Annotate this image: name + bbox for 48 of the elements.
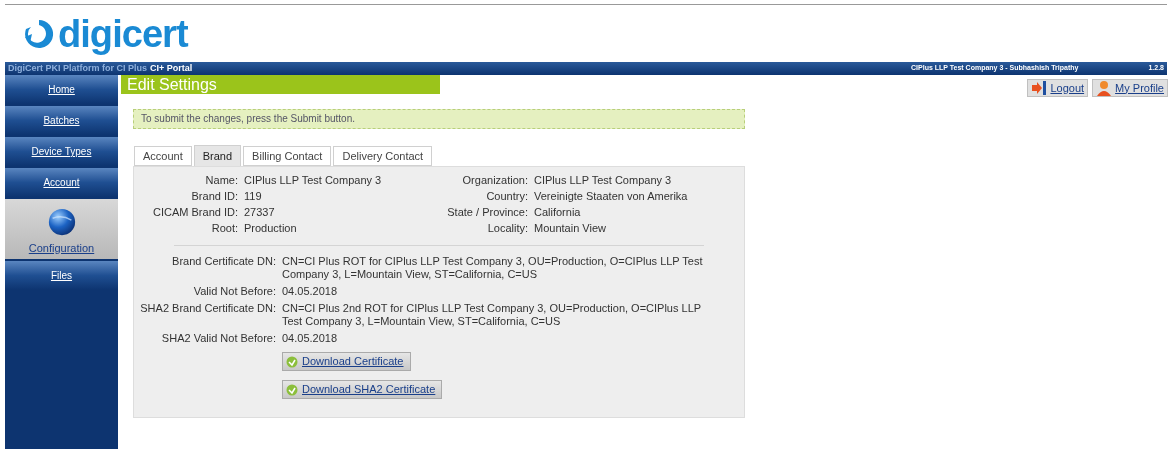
field-label: State / Province:	[446, 206, 529, 219]
field-label: Name:	[204, 174, 239, 187]
field-value: 04.05.2018	[282, 285, 339, 298]
field-label: CICAM Brand ID:	[152, 206, 239, 219]
field-label: Root:	[210, 222, 239, 235]
field-label: Locality:	[486, 222, 529, 235]
logo-text: digicert	[58, 14, 188, 53]
field-value: 27337	[244, 206, 275, 219]
download-icon	[286, 355, 298, 368]
field-value: California	[534, 206, 581, 219]
exit-icon	[1031, 80, 1048, 96]
field-value: CN=CI Plus 2nd ROT for CIPlus LLP Test Company 3, OU=Production, O=CIPlus LLP Test Company 3, L=Mountain View, ST=California, C=US	[282, 302, 702, 328]
tab[interactable]: Brand	[193, 145, 242, 166]
tab[interactable]: Billing Contact	[243, 146, 332, 166]
page-title: Edit Settings	[121, 75, 440, 94]
portal-title: CI+ Portal	[150, 61, 193, 75]
field-value: 04.05.2018	[282, 332, 339, 345]
field-label: Brand ID:	[190, 190, 239, 203]
nav-item[interactable]: Configuration	[5, 199, 118, 259]
field-value: Production	[244, 222, 297, 235]
field-value: CIPlus LLP Test Company 3	[534, 174, 672, 187]
platform-title: DigiCert PKI Platform for CI Plus	[8, 61, 148, 75]
field-value: Mountain View	[534, 222, 606, 235]
field-label: SHA2 Brand Certificate DN:	[139, 302, 277, 316]
field-label: Valid Not Before:	[192, 285, 277, 298]
nav-item[interactable]: Account	[5, 168, 118, 197]
nav-item[interactable]: Device Types	[5, 137, 118, 166]
field-label: Brand Certificate DN:	[171, 255, 277, 269]
tab[interactable]: Delivery Contact	[333, 146, 433, 166]
logout-link[interactable]: Logout	[1027, 79, 1089, 97]
nav-item[interactable]: Home	[5, 75, 118, 104]
profile-link[interactable]: My Profile	[1092, 79, 1168, 97]
field-label: Country:	[485, 190, 529, 203]
nav-item[interactable]: Files	[5, 261, 118, 290]
field-value: Vereinigte Staaten von Amerika	[534, 190, 688, 203]
person-icon	[1096, 80, 1113, 96]
download-button[interactable]: Download Certificate	[282, 352, 411, 371]
globe-icon	[46, 206, 77, 237]
tab[interactable]: Account	[134, 146, 192, 166]
field-label: SHA2 Valid Not Before:	[160, 332, 277, 345]
field-label: Organization:	[461, 174, 529, 187]
download-button[interactable]: Download SHA2 Certificate	[282, 380, 443, 399]
nav-item[interactable]: Batches	[5, 106, 118, 135]
field-value: CN=CI Plus ROT for CIPlus LLP Test Company 3, OU=Production, O=CIPlus LLP Test Company 3, L=Mountain View, ST=California, C=US	[282, 255, 704, 281]
field-value: 119	[244, 190, 262, 203]
notice-message: To submit the changes, press the Submit button.	[133, 109, 745, 129]
field-value: CIPlus LLP Test Company 3	[244, 174, 382, 187]
download-icon	[286, 383, 298, 396]
